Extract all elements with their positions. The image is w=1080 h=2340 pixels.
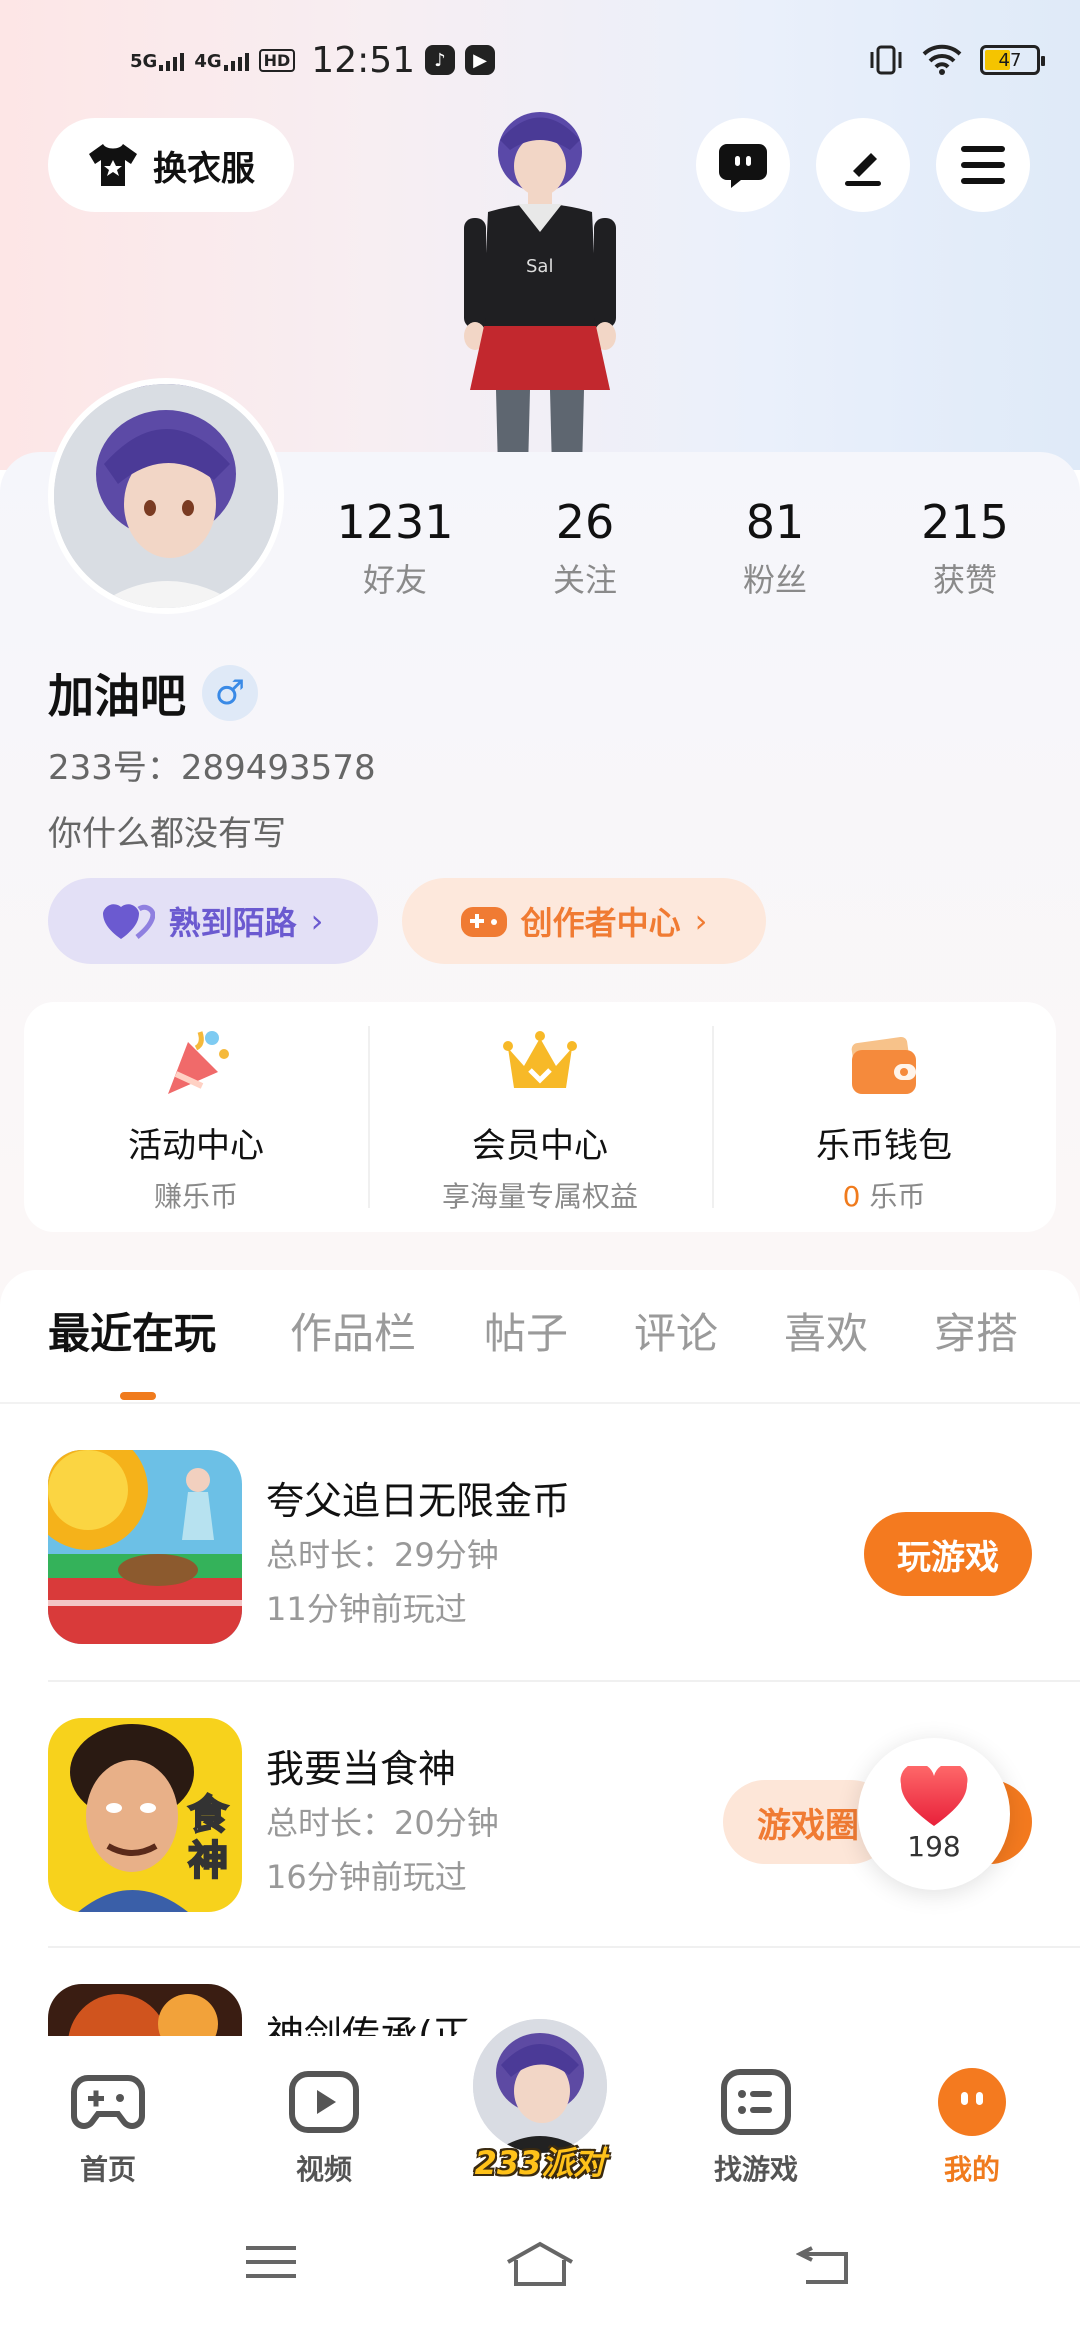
game-icon: 食 神 [48,1718,242,1912]
tab-comments[interactable]: 评论 [634,1300,718,1361]
chat-bubble-icon [719,144,767,188]
stat-friends[interactable]: 1231 好友 [300,495,490,615]
heart-pair-icon [102,904,155,939]
tshirt-icon [89,144,137,186]
play-video-icon [289,2071,359,2133]
coin-wallet[interactable]: 乐币钱包 0 乐币 [712,1002,1056,1232]
party-label[interactable]: 233派对 [460,2138,620,2184]
list-icon [721,2069,791,2135]
user-bio[interactable]: 你什么都没有写 [48,806,286,855]
signal-5g-icon: 5G [130,49,185,71]
avatar-3d-figure[interactable]: Sal [440,100,640,470]
svg-text:Sal: Sal [526,256,553,277]
row-divider [48,1946,1080,1948]
tabs-divider [0,1402,1080,1404]
creator-center-button[interactable]: 创作者中心 › [402,878,766,964]
tiktok-icon: ♪ [425,45,456,75]
username: 加油吧 ♂ [48,660,258,726]
tab-outfits[interactable]: 穿搭 [934,1300,1018,1361]
recent-apps-icon[interactable] [244,2240,298,2284]
tab-likes[interactable]: 喜欢 [784,1300,868,1361]
party-popper-icon [168,1031,229,1094]
change-outfit-button[interactable]: 换衣服 [48,118,294,212]
row-divider [48,1680,1080,1682]
pencil-icon [845,153,881,186]
play-game-button[interactable]: 玩游戏 [864,1512,1032,1596]
back-nav-icon[interactable] [796,2240,852,2288]
system-navigation-bar [0,2240,1080,2310]
user-id[interactable]: 233号：289493578 [48,740,376,789]
profile-stats: 1231 好友 26 关注 81 粉丝 215 获赞 [300,495,1060,615]
male-gender-icon: ♂ [202,665,258,721]
wifi-icon [922,44,962,75]
chat-button[interactable] [696,118,790,212]
party-avatar-portrait [473,2019,607,2153]
smiley-icon [938,2068,1006,2136]
crown-icon [503,1031,577,1088]
svg-text:神: 神 [188,1838,228,1884]
edit-profile-button[interactable] [816,118,910,212]
avatar-portrait [54,384,278,608]
status-bar: 5G 4G HD 12:51 ♪ ▶ 47 [0,30,1080,90]
battery-icon: 47 [980,45,1045,75]
heart-icon [900,1765,968,1826]
tab-posts[interactable]: 帖子 [484,1300,568,1361]
wallet-icon [851,1036,916,1094]
nav-video[interactable]: 视频 [254,2064,394,2188]
stat-following[interactable]: 26 关注 [490,495,680,615]
profile-avatar[interactable] [48,378,284,614]
stat-fans[interactable]: 81 粉丝 [680,495,870,615]
game-row[interactable]: 夸父追日无限金币 总时长：29分钟 11分钟前玩过 玩游戏 [48,1450,1080,1644]
nav-find-games[interactable]: 找游戏 [686,2064,826,2188]
signal-4g-icon: 4G [194,49,249,71]
feature-cards: 活动中心 赚乐币 会员中心 享海量专属权益 乐币钱包 0 乐币 [24,1002,1056,1232]
friendship-status-button[interactable]: 熟到陌路 › [48,878,378,964]
home-nav-icon[interactable] [504,2240,576,2288]
hamburger-menu-icon [961,146,1005,184]
tab-recently-played[interactable]: 最近在玩 [48,1300,216,1361]
active-tab-indicator [120,1392,156,1400]
vibrate-icon [870,45,902,75]
nav-home[interactable]: 首页 [38,2064,178,2188]
like-float-button[interactable]: 198 [858,1738,1010,1890]
hd-voice-icon: HD [258,48,296,72]
chevron-right-icon: › [694,902,708,940]
game-icon [48,1450,242,1644]
profile-tabs: 最近在玩 作品栏 帖子 评论 喜欢 穿搭 [0,1300,1080,1392]
nav-mine[interactable]: 我的 [902,2064,1042,2188]
gamepad-icon [460,907,507,937]
tab-works[interactable]: 作品栏 [290,1300,416,1361]
game-icon [48,1984,242,2036]
clock: 12:51 [311,39,416,81]
svg-text:食: 食 [188,1792,229,1838]
stat-likes[interactable]: 215 获赞 [870,495,1060,615]
gamepad-icon [71,2075,145,2129]
menu-button[interactable] [936,118,1030,212]
vip-center[interactable]: 会员中心 享海量专属权益 [368,1002,712,1232]
video-app-icon: ▶ [465,45,496,75]
activity-center[interactable]: 活动中心 赚乐币 [24,1002,368,1232]
chevron-right-icon: › [310,902,324,940]
party-avatar-button[interactable] [468,2014,612,2158]
